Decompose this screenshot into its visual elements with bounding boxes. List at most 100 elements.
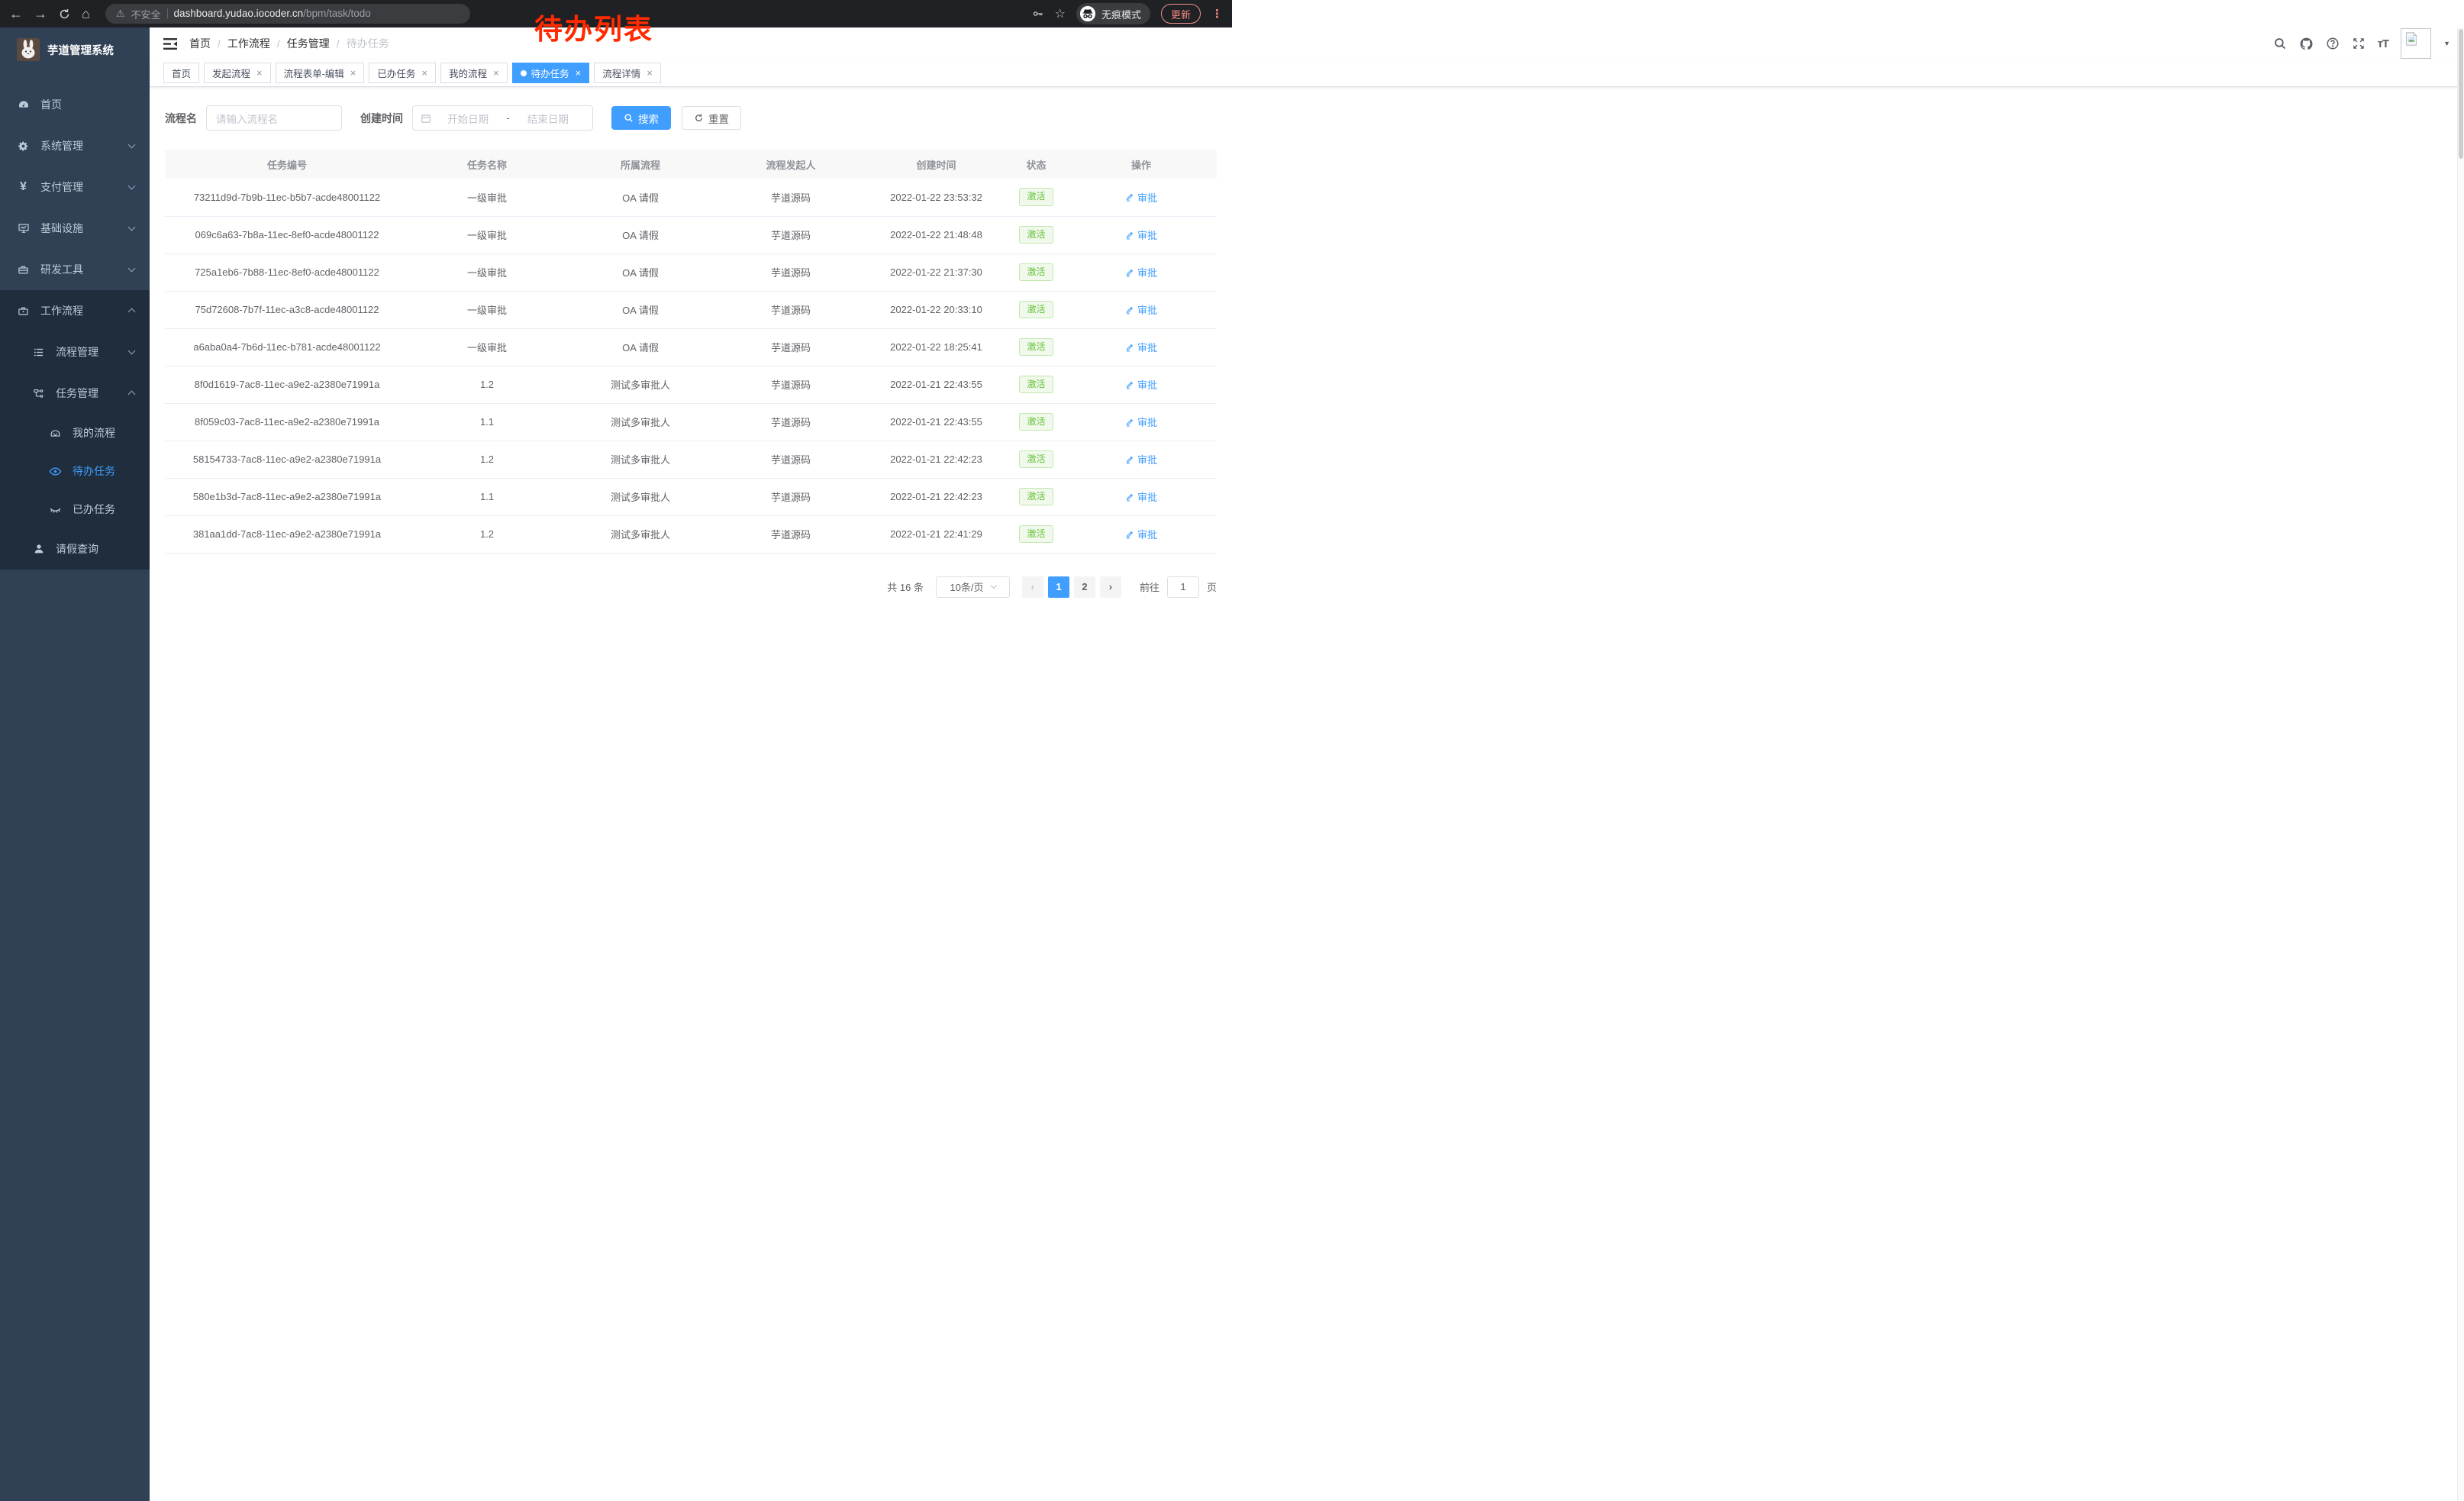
cell-initiator: 芋道源码: [716, 478, 866, 515]
page-button-1[interactable]: 1: [1048, 576, 1069, 598]
approve-button[interactable]: 审批: [1125, 228, 1157, 242]
cell-id: 75d72608-7b7f-11ec-a3c8-acde48001122: [165, 291, 409, 328]
sidebar-item-3[interactable]: 基础设施: [0, 208, 150, 249]
start-date-input[interactable]: 开始日期: [431, 111, 505, 126]
tab-6[interactable]: 流程详情×: [594, 63, 661, 83]
tab-1[interactable]: 发起流程×: [204, 63, 271, 83]
key-icon[interactable]: [1032, 8, 1044, 20]
page-button-2[interactable]: 2: [1074, 576, 1095, 598]
search-button-label: 搜索: [638, 111, 659, 126]
approve-button[interactable]: 审批: [1125, 190, 1157, 205]
tab-3[interactable]: 已办任务 ×: [369, 63, 436, 83]
status-badge: 激活: [1019, 226, 1053, 244]
close-icon[interactable]: ×: [493, 68, 499, 78]
font-size-icon[interactable]: тT: [2378, 37, 2389, 50]
approve-button[interactable]: 审批: [1125, 489, 1157, 504]
tab-label: 已办任务: [377, 66, 415, 80]
end-date-input[interactable]: 结束日期: [511, 111, 585, 126]
bookmark-star-icon[interactable]: ☆: [1055, 6, 1066, 21]
tab-0[interactable]: 首页: [163, 63, 199, 83]
address-bar[interactable]: ⚠ 不安全 dashboard.yudao.iocoder.cn/bpm/tas…: [105, 4, 470, 24]
goto-page-input[interactable]: 1: [1167, 576, 1199, 598]
yen-icon: ¥: [17, 180, 30, 194]
column-header: 任务名称: [409, 150, 565, 179]
browser-home-icon[interactable]: ⌂: [82, 7, 90, 21]
sidebar-item-4[interactable]: 研发工具: [0, 249, 150, 290]
sidebar-item-10[interactable]: 已办任务: [0, 490, 150, 528]
fullscreen-icon[interactable]: [2352, 37, 2366, 50]
tab-5[interactable]: 待办任务×: [512, 63, 590, 83]
page-body: 流程名 请输入流程名 创建时间 开始日期 - 结束日期: [150, 87, 2464, 1501]
sidebar-item-label: 首页: [40, 97, 62, 112]
page-size-select[interactable]: 10条/页: [936, 576, 1010, 598]
sidebar-item-5[interactable]: 工作流程: [0, 290, 150, 331]
approve-button[interactable]: 审批: [1125, 415, 1157, 429]
next-page-button[interactable]: ›: [1100, 576, 1121, 598]
sidebar-item-1[interactable]: 系统管理: [0, 125, 150, 166]
browser-forward-icon[interactable]: →: [34, 7, 47, 21]
edit-icon: [1125, 530, 1134, 539]
search-button[interactable]: 搜索: [611, 106, 671, 130]
approve-button[interactable]: 审批: [1125, 265, 1157, 279]
approve-button[interactable]: 审批: [1125, 527, 1157, 541]
breadcrumb-item[interactable]: 待办任务: [347, 36, 389, 51]
date-range-picker[interactable]: 开始日期 - 结束日期: [412, 105, 593, 131]
cell-action: 审批: [1066, 291, 1217, 328]
chevron-down-icon: [128, 265, 136, 273]
sidebar-item-11[interactable]: 请假查询: [0, 528, 150, 570]
tab-4[interactable]: 我的流程×: [440, 63, 508, 83]
breadcrumb-item[interactable]: 任务管理: [287, 36, 330, 51]
github-icon[interactable]: [2299, 37, 2314, 51]
scrollbar-thumb[interactable]: [2459, 29, 2463, 159]
approve-label: 审批: [1137, 377, 1157, 392]
browser-refresh-icon[interactable]: [58, 8, 71, 21]
collapse-sidebar-icon[interactable]: [163, 38, 177, 50]
close-icon[interactable]: ×: [350, 68, 356, 78]
close-icon[interactable]: ×: [576, 68, 582, 78]
tab-bar: 首页发起流程×流程表单-编辑×已办任务×我的流程×待办任务×流程详情×: [150, 60, 2464, 87]
update-button[interactable]: 更新: [1161, 4, 1201, 24]
cell-id: 069c6a63-7b8a-11ec-8ef0-acde48001122: [165, 216, 409, 253]
chevron-down-icon[interactable]: ▼: [2443, 40, 2450, 47]
close-icon[interactable]: ×: [421, 68, 427, 78]
security-label[interactable]: 不安全: [131, 7, 161, 21]
cell-id: 8f059c03-7ac8-11ec-a9e2-a2380e71991a: [165, 403, 409, 441]
search-icon[interactable]: [2273, 37, 2287, 50]
cell-id: a6aba0a4-7b6d-11ec-b781-acde48001122: [165, 328, 409, 366]
browser-back-icon[interactable]: ←: [9, 7, 23, 21]
process-name-input[interactable]: 请输入流程名: [206, 105, 342, 131]
sidebar-item-9[interactable]: 待办任务: [0, 452, 150, 490]
tab-2[interactable]: 流程表单-编辑×: [276, 63, 365, 83]
avatar[interactable]: [2401, 28, 2431, 59]
gear-icon: [17, 140, 30, 152]
column-header: 任务编号: [165, 150, 409, 179]
reset-button[interactable]: 重置: [682, 106, 741, 130]
url-host: dashboard.yudao.iocoder.cn: [174, 8, 304, 19]
approve-button[interactable]: 审批: [1125, 452, 1157, 466]
approve-label: 审批: [1137, 340, 1157, 354]
approve-button[interactable]: 审批: [1125, 302, 1157, 317]
sidebar-item-label: 基础设施: [40, 221, 83, 236]
sidebar-item-8[interactable]: 我的流程: [0, 414, 150, 452]
scrollbar[interactable]: [2457, 27, 2464, 1501]
browser-menu-icon[interactable]: ⋮: [1211, 7, 1223, 21]
status-badge: 激活: [1019, 301, 1053, 319]
pagination: 共 16 条 10条/页 ‹ 12 › 前往 1 页: [165, 576, 1217, 598]
prev-page-button[interactable]: ‹: [1022, 576, 1043, 598]
app-logo[interactable]: 芋道管理系统: [0, 27, 150, 72]
help-icon[interactable]: [2326, 37, 2340, 50]
breadcrumb-item[interactable]: 工作流程: [227, 36, 270, 51]
cell-process: 测试多审批人: [565, 366, 716, 403]
sidebar-item-2[interactable]: ¥支付管理: [0, 166, 150, 208]
approve-button[interactable]: 审批: [1125, 377, 1157, 392]
close-icon[interactable]: ×: [256, 68, 263, 78]
cell-name: 1.2: [409, 441, 565, 478]
sidebar-item-7[interactable]: 任务管理: [0, 373, 150, 414]
close-icon[interactable]: ×: [647, 68, 653, 78]
approve-button[interactable]: 审批: [1125, 340, 1157, 354]
sidebar-item-6[interactable]: 流程管理: [0, 331, 150, 373]
breadcrumb-item[interactable]: 首页: [189, 36, 211, 51]
sidebar-item-0[interactable]: 首页: [0, 84, 150, 125]
cell-name: 一级审批: [409, 291, 565, 328]
cell-id: 58154733-7ac8-11ec-a9e2-a2380e71991a: [165, 441, 409, 478]
